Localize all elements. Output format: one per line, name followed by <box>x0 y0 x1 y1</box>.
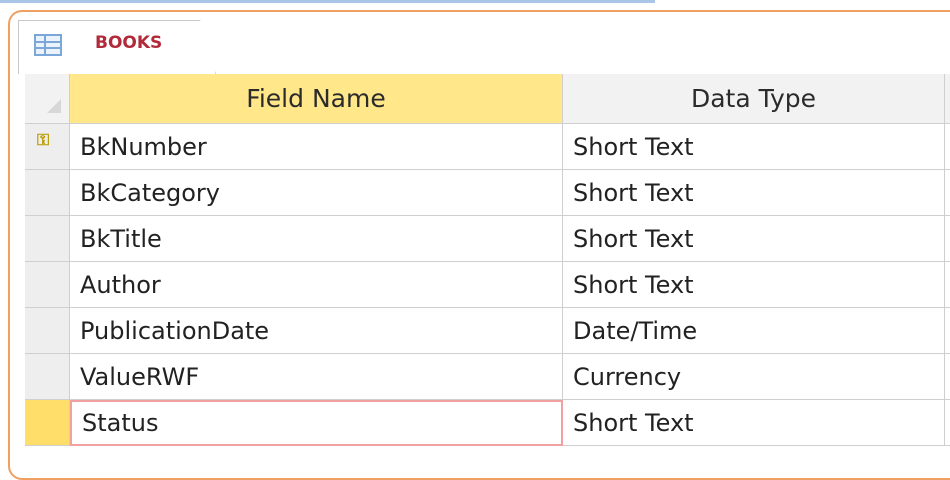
table-row[interactable]: ValueRWF Currency <box>25 354 950 400</box>
table-row[interactable]: Author Short Text <box>25 262 950 308</box>
table-row[interactable]: BkTitle Short Text <box>25 216 950 262</box>
description-cell[interactable] <box>945 354 950 400</box>
data-type-cell[interactable]: Short Text <box>563 262 945 308</box>
data-type-column-header[interactable]: Data Type <box>563 74 945 124</box>
field-name-column-header[interactable]: Field Name <box>70 74 563 124</box>
primary-key-icon: ⚿ <box>37 130 50 149</box>
description-cell[interactable] <box>945 124 950 170</box>
data-type-cell[interactable]: Date/Time <box>563 308 945 354</box>
table-row[interactable]: BkCategory Short Text <box>25 170 950 216</box>
row-selector[interactable]: ⚿ <box>25 124 70 170</box>
field-name-cell[interactable]: ValueRWF <box>70 354 563 400</box>
table-row[interactable]: PublicationDate Date/Time <box>25 308 950 354</box>
field-name-cell[interactable]: BkCategory <box>70 170 563 216</box>
table-icon <box>34 34 62 56</box>
field-name-cell[interactable]: PublicationDate <box>70 308 563 354</box>
row-selector[interactable] <box>25 216 70 262</box>
description-cell[interactable] <box>945 308 950 354</box>
data-type-cell[interactable]: Short Text <box>563 124 945 170</box>
field-name-cell[interactable]: BkTitle <box>70 216 563 262</box>
description-column-header[interactable] <box>945 74 950 124</box>
table-row[interactable]: ⚿ BkNumber Short Text <box>25 124 950 170</box>
row-selector[interactable] <box>25 170 70 216</box>
current-row-selector[interactable] <box>25 400 70 446</box>
grid-header: Field Name Data Type <box>25 74 950 124</box>
design-grid: Field Name Data Type ⚿ BkNumber Short Te… <box>25 74 950 459</box>
field-name-cell[interactable]: BkNumber <box>70 124 563 170</box>
description-cell[interactable] <box>945 216 950 262</box>
row-selector[interactable] <box>25 308 70 354</box>
tab-books-label: BOOKS <box>95 33 163 53</box>
select-all-corner[interactable] <box>25 74 70 124</box>
data-type-cell[interactable]: Short Text <box>563 170 945 216</box>
field-name-cell[interactable]: Author <box>70 262 563 308</box>
field-name-cell-active[interactable]: Status <box>70 400 563 446</box>
data-type-cell[interactable]: Currency <box>563 354 945 400</box>
window-accent-line <box>0 0 655 3</box>
description-cell[interactable] <box>945 400 950 446</box>
description-cell[interactable] <box>945 170 950 216</box>
row-selector[interactable] <box>25 354 70 400</box>
table-row[interactable]: Status Short Text <box>25 400 950 446</box>
data-type-cell[interactable]: Short Text <box>563 400 945 446</box>
description-cell[interactable] <box>945 262 950 308</box>
data-type-cell[interactable]: Short Text <box>563 216 945 262</box>
row-selector[interactable] <box>25 262 70 308</box>
